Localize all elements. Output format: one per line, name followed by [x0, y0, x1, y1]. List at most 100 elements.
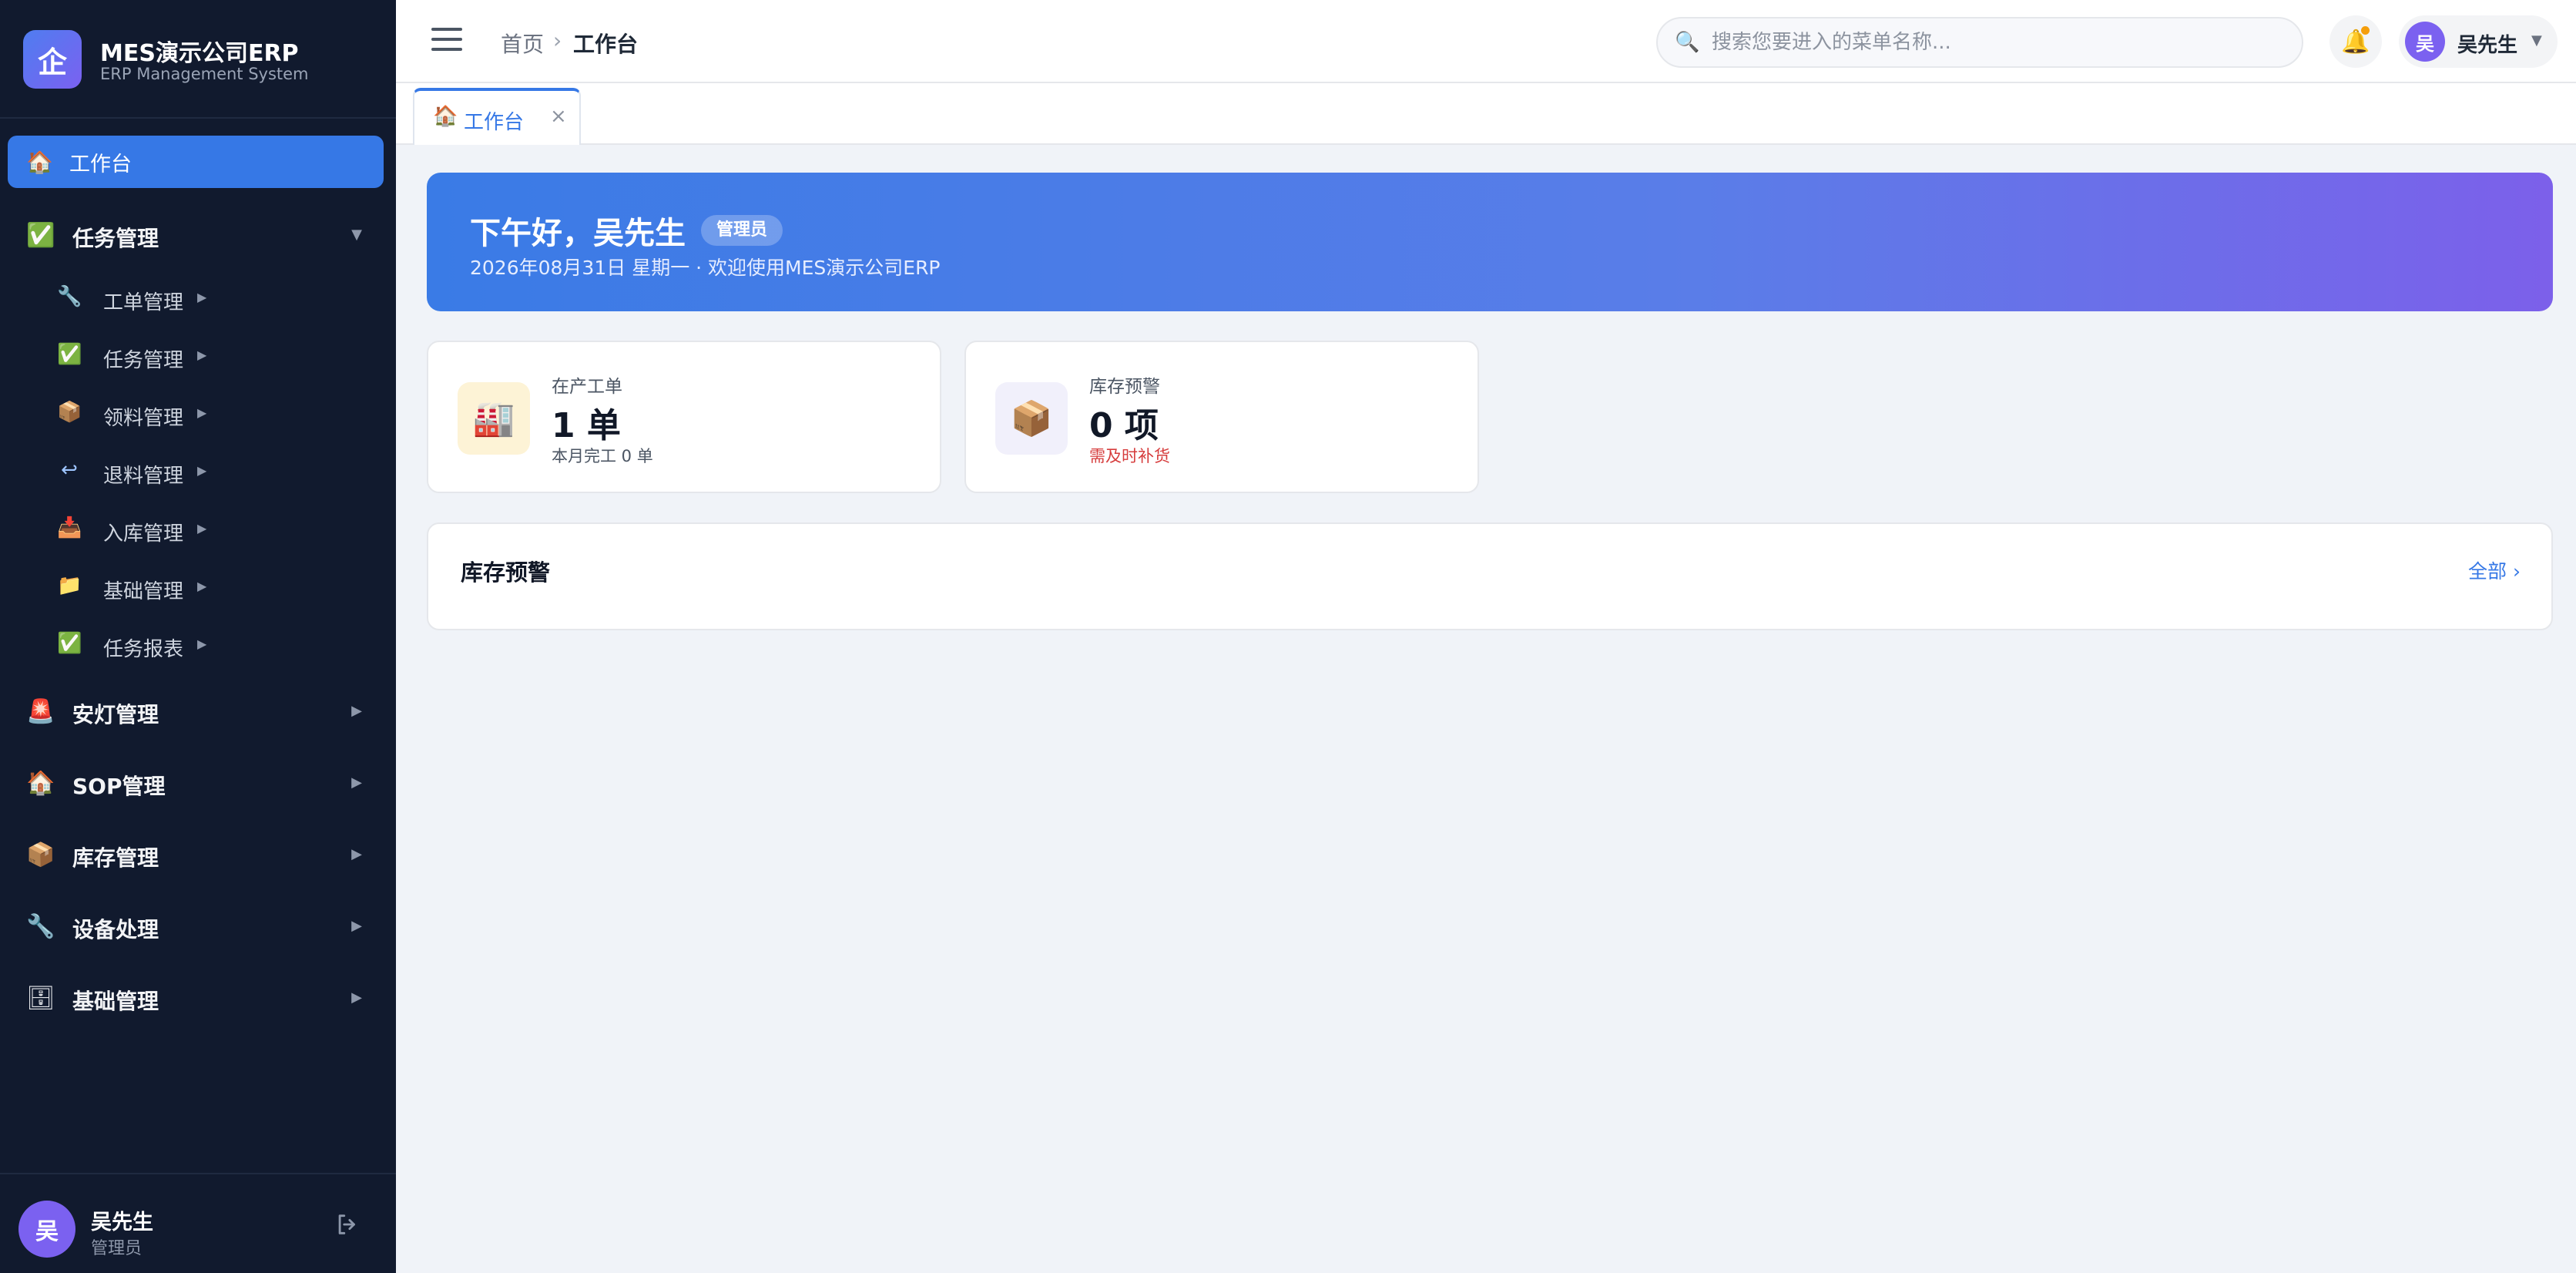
home-icon: 🏠	[26, 770, 55, 797]
stat-value: 1 单	[552, 406, 621, 445]
sidebar-sub-warehousing[interactable]: 📥 入库管理 ▶	[46, 504, 370, 553]
wrench-icon: 🔧	[57, 285, 82, 308]
sidebar-sub-basic-management[interactable]: 📁 基础管理 ▶	[46, 562, 370, 611]
role-badge: 管理员	[701, 215, 783, 246]
sidebar-group-label: 任务管理	[72, 226, 159, 251]
tab-bar: 🏠 工作台 ×	[396, 83, 2576, 145]
folder-icon: 📁	[57, 574, 82, 597]
stat-label: 库存预警	[1089, 377, 1160, 397]
sidebar-sub-tasks[interactable]: ✅ 任务管理 ▶	[46, 331, 370, 380]
package-icon: 📦	[26, 841, 55, 868]
chevron-right-icon: ▶	[351, 774, 362, 791]
chevron-right-icon: ▶	[197, 463, 207, 478]
chevron-right-icon: ▶	[351, 989, 362, 1006]
chevron-right-icon: ▶	[197, 290, 207, 304]
check-icon: ✅	[57, 632, 82, 655]
sidebar-user-panel: 吴 吴先生 管理员	[0, 1173, 396, 1273]
chevron-right-icon: ▶	[351, 846, 362, 862]
brand-name: MES演示公司ERP	[100, 40, 299, 67]
factory-icon: 🏭	[458, 382, 530, 455]
close-icon[interactable]: ×	[550, 105, 567, 128]
menu-toggle-icon[interactable]	[431, 28, 462, 54]
tab-label: 工作台	[464, 111, 525, 134]
chevron-right-icon: ▶	[197, 579, 207, 593]
package-icon: 📦	[995, 382, 1068, 455]
sidebar-group-equipment[interactable]: 🔧 设备处理 ▶	[8, 898, 384, 955]
sidebar-sub-label: 任务管理	[103, 349, 184, 372]
sidebar-sub-label: 任务报表	[103, 638, 184, 661]
sidebar-group-inventory[interactable]: 📦 库存管理 ▶	[8, 826, 384, 883]
sidebar-group-basic[interactable]: 🗄 基础管理 ▶	[8, 969, 384, 1026]
user-name: 吴先生	[2457, 34, 2518, 57]
home-icon: 🏠	[26, 149, 53, 175]
sidebar: 企 MES演示公司ERP ERP Management System 🏠 工作台…	[0, 0, 396, 1273]
chevron-down-icon: ▼	[2531, 32, 2542, 49]
wrench-icon: 🔧	[26, 913, 55, 940]
sidebar-sub-label: 领料管理	[103, 407, 184, 430]
siren-icon: 🚨	[26, 698, 55, 725]
package-icon: 📦	[57, 401, 82, 424]
sidebar-sub-work-orders[interactable]: 🔧 工单管理 ▶	[46, 273, 370, 322]
topbar: 首页 › 工作台 🔍 🔔 吴 吴先生 ▼	[396, 0, 2576, 83]
sidebar-sub-label: 工单管理	[103, 291, 184, 314]
sidebar-group-andon[interactable]: 🚨 安灯管理 ▶	[8, 683, 384, 740]
chevron-right-icon: ▶	[197, 521, 207, 536]
avatar[interactable]: 吴	[18, 1201, 75, 1258]
inbox-icon: 📥	[57, 516, 82, 539]
user-menu[interactable]: 吴 吴先生 ▼	[2399, 15, 2558, 68]
user-name: 吴先生	[91, 1211, 153, 1234]
chevron-right-icon: ▶	[197, 405, 207, 420]
sidebar-group-label: 安灯管理	[72, 702, 159, 727]
cabinet-icon: 🗄	[26, 985, 56, 1012]
stat-card-work-orders[interactable]: 🏭 在产工单 1 单 本月完工 0 单	[427, 341, 941, 493]
brand: 企 MES演示公司ERP ERP Management System	[0, 0, 396, 119]
sidebar-group-task-management[interactable]: ✅ 任务管理 ▼	[8, 207, 384, 264]
avatar: 吴	[2405, 22, 2445, 62]
stat-card-inventory-alert[interactable]: 📦 库存预警 0 项 需及时补货	[964, 341, 1479, 493]
search-icon: 🔍	[1675, 31, 1700, 54]
sidebar-sub-label: 基础管理	[103, 580, 184, 603]
breadcrumb-separator: ›	[553, 28, 562, 53]
stat-label: 在产工单	[552, 377, 622, 397]
logout-icon[interactable]	[334, 1211, 361, 1238]
sidebar-group-label: 基础管理	[72, 989, 159, 1014]
check-icon: ✅	[26, 222, 55, 249]
sidebar-group-label: 设备处理	[72, 917, 159, 942]
sidebar-sub-material-requisition[interactable]: 📦 领料管理 ▶	[46, 388, 370, 438]
view-all-link[interactable]: 全部 ›	[2468, 556, 2521, 584]
chevron-right-icon: ▶	[351, 703, 362, 719]
stat-sub: 需及时补货	[1089, 447, 1170, 465]
brand-logo: 企	[23, 30, 82, 89]
chevron-right-icon: ▶	[197, 636, 207, 651]
breadcrumb-home[interactable]: 首页	[501, 28, 544, 59]
sidebar-item-label: 工作台	[69, 152, 132, 176]
notification-dot	[2361, 26, 2370, 35]
inventory-alert-panel: 库存预警 全部 ›	[427, 522, 2553, 630]
brand-subtitle: ERP Management System	[100, 65, 309, 83]
chevron-down-icon: ▼	[351, 227, 362, 243]
sidebar-group-sop[interactable]: 🏠 SOP管理 ▶	[8, 754, 384, 811]
sidebar-sub-label: 入库管理	[103, 522, 184, 546]
welcome-banner: 下午好，吴先生 管理员 2026年08月31日 星期一 · 欢迎使用MES演示公…	[427, 173, 2553, 311]
stat-value: 0 项	[1089, 406, 1159, 445]
return-icon: ↩	[61, 458, 78, 482]
search-box[interactable]: 🔍	[1656, 17, 2303, 68]
greeting-subtitle: 2026年08月31日 星期一 · 欢迎使用MES演示公司ERP	[470, 257, 941, 279]
sidebar-sub-material-return[interactable]: ↩ 退料管理 ▶	[46, 446, 370, 495]
stat-sub: 本月完工 0 单	[552, 447, 653, 465]
sidebar-sub-task-report[interactable]: ✅ 任务报表 ▶	[46, 620, 370, 669]
notification-button[interactable]: 🔔	[2329, 15, 2382, 68]
chevron-right-icon: ▶	[351, 918, 362, 934]
greeting-title: 下午好，吴先生	[470, 216, 686, 251]
sidebar-group-label: 库存管理	[72, 845, 159, 871]
sidebar-item-workbench[interactable]: 🏠 工作台	[8, 136, 384, 188]
panel-title: 库存预警	[461, 559, 551, 586]
chevron-right-icon: ▶	[197, 348, 207, 362]
search-input[interactable]	[1712, 26, 2282, 59]
sidebar-group-label: SOP管理	[72, 774, 166, 799]
check-icon: ✅	[57, 343, 82, 366]
user-role: 管理员	[91, 1239, 143, 1258]
breadcrumb-current: 工作台	[573, 32, 639, 57]
sidebar-sub-label: 退料管理	[103, 465, 184, 488]
tab-workbench[interactable]: 🏠 工作台 ×	[413, 88, 581, 145]
